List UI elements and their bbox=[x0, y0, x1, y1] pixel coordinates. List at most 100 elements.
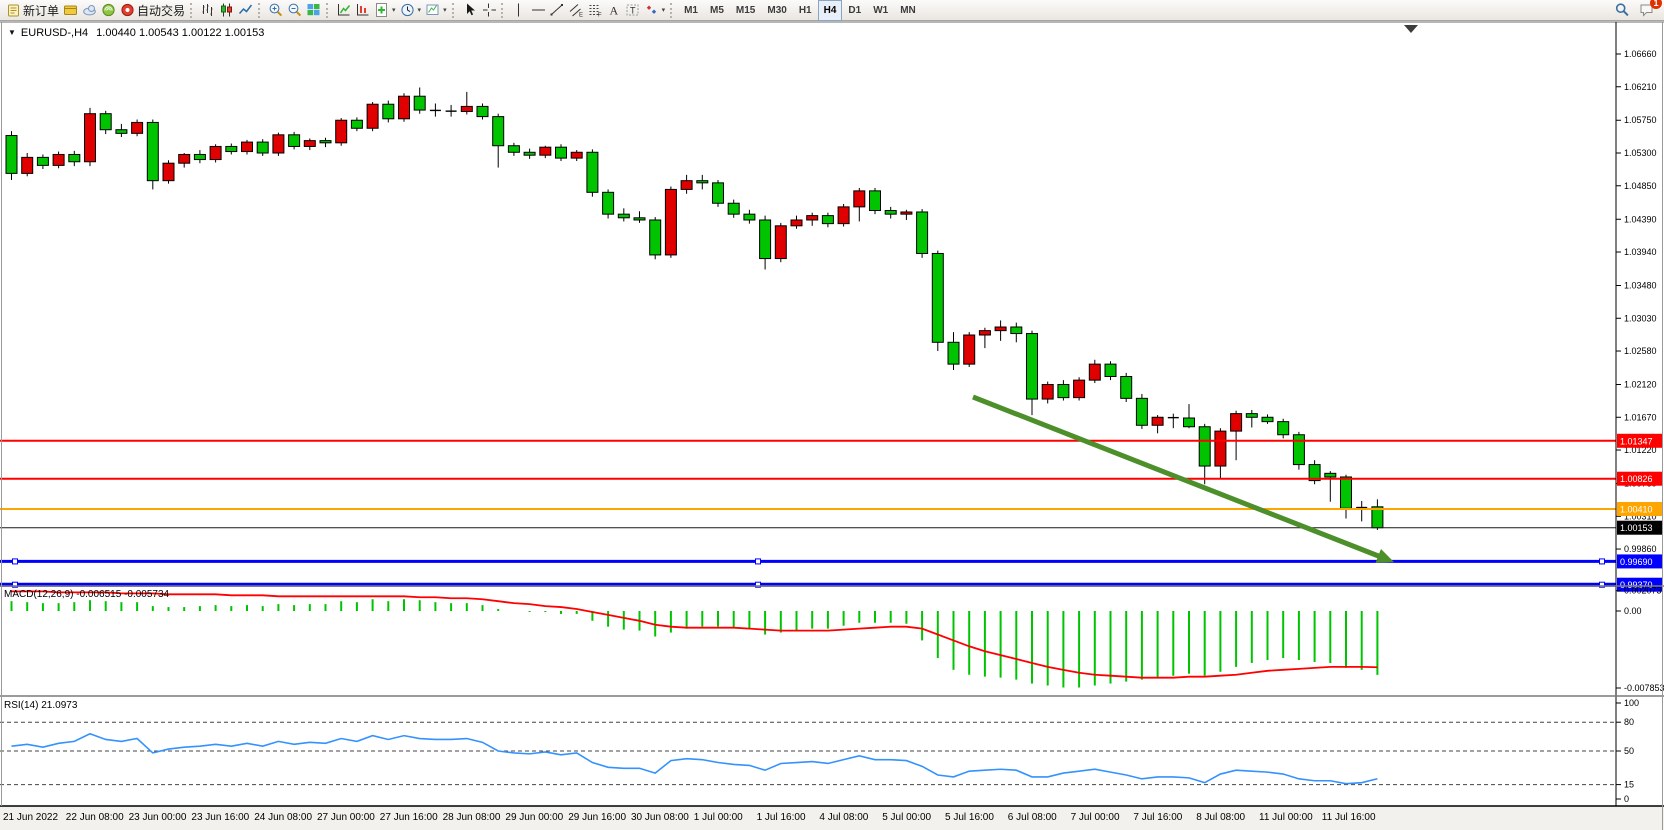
timeframe-button-w1[interactable]: W1 bbox=[867, 0, 894, 21]
rsi-axis-label: 0 bbox=[1624, 794, 1629, 804]
clock-icon bbox=[400, 2, 415, 18]
candle-body bbox=[948, 342, 959, 364]
price-axis-label: 1.04850 bbox=[1624, 181, 1657, 191]
candle-body bbox=[1136, 398, 1147, 425]
chart-canvas[interactable]: 1.066601.062101.057501.053001.048501.043… bbox=[0, 0, 1664, 830]
auto-scroll-button[interactable] bbox=[334, 1, 353, 20]
candle-body bbox=[116, 130, 127, 134]
add-indicator-button[interactable]: ▾ bbox=[372, 1, 398, 20]
timeframe-button-m1[interactable]: M1 bbox=[678, 0, 704, 21]
time-axis-label: 4 Jul 08:00 bbox=[819, 812, 868, 823]
toolbar: 新订单 自动交易 ▾ ▾ ▾ E F AT ▾ M1M5M15M30H1H4D1W1MN 1 bbox=[0, 0, 1664, 21]
candle-body bbox=[540, 147, 551, 155]
candle-body bbox=[885, 211, 896, 215]
line-selection-handle[interactable] bbox=[756, 559, 761, 564]
signals-button[interactable] bbox=[99, 1, 118, 20]
time-axis-label: 23 Jun 00:00 bbox=[129, 812, 187, 823]
periods-button[interactable]: ▾ bbox=[398, 1, 424, 20]
candle-body bbox=[1089, 364, 1100, 380]
search-button[interactable] bbox=[1612, 1, 1631, 20]
candle-body bbox=[179, 154, 190, 163]
auto-trading-button[interactable]: 自动交易 bbox=[118, 1, 187, 20]
price-tag-label: 1.01347 bbox=[1620, 436, 1653, 446]
line-selection-handle[interactable] bbox=[1600, 559, 1605, 564]
chart-shift-button[interactable] bbox=[353, 1, 372, 20]
candle-body bbox=[932, 253, 943, 342]
timeframe-button-m30[interactable]: M30 bbox=[761, 0, 792, 21]
line-chart-button[interactable] bbox=[236, 1, 255, 20]
time-axis-label: 21 Jun 2022 bbox=[3, 812, 58, 823]
candle-body bbox=[760, 220, 771, 259]
notification-badge: 1 bbox=[1650, 0, 1662, 9]
candle-body bbox=[226, 146, 237, 151]
dropdown-caret-icon[interactable]: ▾ bbox=[418, 6, 422, 14]
chart-collapse-icon[interactable]: ▼ bbox=[8, 28, 16, 37]
time-axis-label: 11 Jul 16:00 bbox=[1322, 812, 1376, 823]
trendline-button[interactable] bbox=[547, 1, 566, 20]
candle-body bbox=[807, 216, 818, 220]
candle-body bbox=[493, 117, 504, 146]
new-order-button[interactable]: 新订单 bbox=[4, 1, 61, 20]
arrange-icon bbox=[336, 2, 351, 18]
rsi-axis-label: 100 bbox=[1624, 698, 1639, 708]
dropdown-caret-icon[interactable]: ▾ bbox=[662, 6, 666, 14]
text-button[interactable]: A bbox=[604, 1, 623, 20]
time-axis-label: 1 Jul 16:00 bbox=[757, 812, 806, 823]
text-label-button[interactable]: T bbox=[623, 1, 642, 20]
candle-body bbox=[901, 212, 912, 214]
time-axis-label: 5 Jul 16:00 bbox=[945, 812, 994, 823]
tile-windows-button[interactable] bbox=[304, 1, 323, 20]
line-selection-handle[interactable] bbox=[13, 559, 18, 564]
timeframe-button-m15[interactable]: M15 bbox=[730, 0, 761, 21]
chart-title: ▼EURUSD-,H41.00440 1.00543 1.00122 1.001… bbox=[8, 27, 264, 39]
candle-body bbox=[1199, 427, 1210, 466]
price-axis-label: 1.05750 bbox=[1624, 115, 1657, 125]
timeframe-button-h1[interactable]: H1 bbox=[793, 0, 818, 21]
fibo-icon: F bbox=[587, 2, 602, 18]
arrows-button[interactable]: ▾ bbox=[642, 1, 668, 20]
price-axis-label: 0.99860 bbox=[1624, 544, 1657, 554]
candle-body bbox=[1278, 422, 1289, 435]
rsi-axis-label: 80 bbox=[1624, 717, 1634, 727]
zoom-out-icon bbox=[287, 2, 302, 18]
bar-chart-button[interactable] bbox=[198, 1, 217, 20]
timeframe-button-mn[interactable]: MN bbox=[894, 0, 922, 21]
candle-body bbox=[6, 136, 17, 174]
price-axis-label: 1.02120 bbox=[1624, 380, 1657, 390]
timeframe-button-m5[interactable]: M5 bbox=[704, 0, 730, 21]
channel-button[interactable]: E bbox=[566, 1, 585, 20]
candle-body bbox=[854, 191, 865, 207]
svg-text:A: A bbox=[609, 4, 618, 18]
chat-button[interactable]: 1 bbox=[1637, 1, 1656, 20]
dropdown-caret-icon[interactable]: ▾ bbox=[392, 6, 396, 14]
templates-button[interactable]: ▾ bbox=[423, 1, 449, 20]
zoom-out-button[interactable] bbox=[285, 1, 304, 20]
fibonacci-button[interactable]: F bbox=[585, 1, 604, 20]
price-axis-label: 1.05300 bbox=[1624, 148, 1657, 158]
svg-text:F: F bbox=[598, 13, 602, 19]
cursor-button[interactable] bbox=[460, 1, 479, 20]
time-axis-label: 29 Jun 16:00 bbox=[568, 812, 626, 823]
timeframe-button-d1[interactable]: D1 bbox=[842, 0, 867, 21]
candlestick-button[interactable] bbox=[217, 1, 236, 20]
candle-body bbox=[1105, 364, 1116, 376]
zoom-in-button[interactable] bbox=[266, 1, 285, 20]
vertical-line-button[interactable] bbox=[509, 1, 528, 20]
crosshair-button[interactable] bbox=[479, 1, 498, 20]
time-axis-label: 7 Jul 16:00 bbox=[1133, 812, 1182, 823]
candle-body bbox=[210, 146, 221, 159]
channel-icon: E bbox=[568, 2, 583, 18]
candle-body bbox=[1325, 473, 1336, 477]
candle-body bbox=[556, 147, 567, 158]
candle-body bbox=[147, 122, 158, 180]
candle-body bbox=[650, 220, 661, 255]
chart-symbol-period: EURUSD-,H4 bbox=[21, 27, 88, 39]
candle-body bbox=[132, 122, 143, 133]
profiles-button[interactable] bbox=[61, 1, 80, 20]
data-window-button[interactable] bbox=[80, 1, 99, 20]
timeframe-button-h4[interactable]: H4 bbox=[818, 0, 843, 21]
dropdown-caret-icon[interactable]: ▾ bbox=[443, 6, 447, 14]
time-axis-label: 27 Jun 16:00 bbox=[380, 812, 438, 823]
horizontal-line-button[interactable] bbox=[528, 1, 547, 20]
candle-body bbox=[979, 331, 990, 335]
